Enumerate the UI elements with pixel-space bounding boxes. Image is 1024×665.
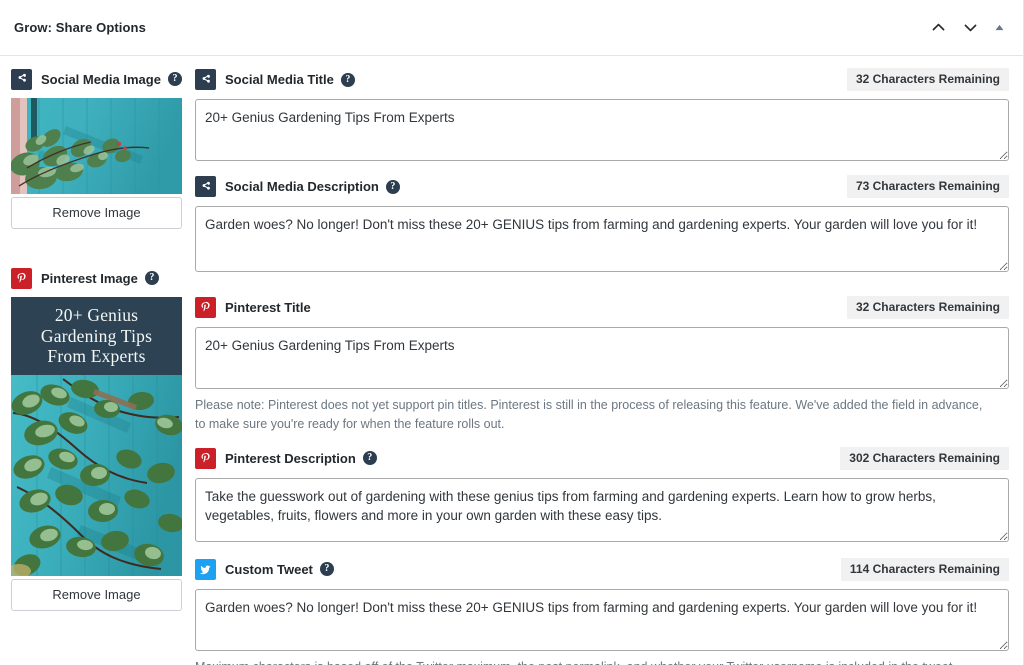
social-media-description-input[interactable]	[195, 206, 1009, 272]
collapse-panel-button[interactable]	[987, 13, 1011, 43]
characters-remaining-badge: 302 Characters Remaining	[840, 446, 1009, 470]
pinterest-description-label: Pinterest Description	[225, 450, 356, 466]
social-media-description-header: Social Media Description ? 73 Characters…	[195, 175, 1009, 198]
pinterest-image-card: 20+ Genius Gardening Tips From Experts R…	[11, 297, 185, 611]
characters-remaining-badge: 114 Characters Remaining	[840, 557, 1009, 581]
custom-tweet-input[interactable]	[195, 588, 1009, 651]
pinterest-title-note: Please note: Pinterest does not yet supp…	[195, 398, 983, 432]
fields-column: Social Media Title ? 32 Characters Remai…	[195, 56, 1023, 665]
remove-social-image-button[interactable]: Remove Image	[11, 197, 182, 229]
custom-tweet-field: Custom Tweet ? 114 Characters Remaining …	[195, 557, 1009, 665]
remove-pinterest-image-button[interactable]: Remove Image	[11, 579, 182, 611]
pinterest-image-thumbnail[interactable]	[11, 375, 182, 576]
pinterest-description-header: Pinterest Description ? 302 Characters R…	[195, 446, 1009, 470]
pinterest-description-field: Pinterest Description ? 302 Characters R…	[195, 446, 1009, 542]
pinterest-image-overlay[interactable]: 20+ Genius Gardening Tips From Experts	[11, 297, 182, 375]
social-media-image-group: Social Media Image ? Remove Image	[11, 68, 185, 229]
pinterest-title-field: Pinterest Title 32 Characters Remaining …	[195, 296, 1009, 435]
help-icon[interactable]: ?	[362, 451, 377, 466]
characters-remaining-badge: 73 Characters Remaining	[846, 175, 1009, 198]
pinterest-image-group: Pinterest Image ? 20+ Genius Gardening T…	[11, 267, 185, 611]
social-media-title-label: Social Media Title	[225, 72, 334, 87]
share-icon[interactable]	[11, 68, 32, 90]
header-actions	[923, 13, 1011, 43]
custom-tweet-note: Maximum characters is based off of the T…	[195, 658, 1009, 665]
characters-remaining-badge: 32 Characters Remaining	[846, 68, 1009, 91]
help-icon[interactable]: ?	[144, 271, 159, 285]
share-icon[interactable]	[195, 69, 216, 90]
triangle-up-icon	[994, 22, 1005, 33]
social-media-image-card: Remove Image	[11, 98, 185, 229]
help-icon[interactable]: ?	[385, 179, 400, 194]
image-column: Social Media Image ? Remove Image Pinter…	[0, 56, 195, 611]
social-media-image-thumbnail[interactable]	[11, 98, 182, 194]
pinterest-title-header: Pinterest Title 32 Characters Remaining	[195, 296, 1009, 319]
page-title: Grow: Share Options	[14, 20, 146, 35]
characters-remaining-badge: 32 Characters Remaining	[846, 296, 1009, 319]
panel-header: Grow: Share Options	[0, 0, 1023, 56]
social-media-description-field: Social Media Description ? 73 Characters…	[195, 175, 1009, 272]
move-up-button[interactable]	[923, 13, 953, 43]
social-media-title-input[interactable]	[195, 99, 1009, 161]
social-media-title-field: Social Media Title ? 32 Characters Remai…	[195, 68, 1009, 161]
pinterest-icon[interactable]	[195, 447, 216, 469]
help-icon[interactable]: ?	[167, 72, 182, 86]
social-media-image-header: Social Media Image ?	[11, 68, 185, 90]
share-icon[interactable]	[195, 176, 216, 197]
help-icon[interactable]: ?	[319, 562, 334, 577]
panel-body: Social Media Image ? Remove Image Pinter…	[0, 56, 1023, 665]
social-media-description-label: Social Media Description	[225, 179, 379, 194]
chevron-up-icon	[930, 19, 947, 36]
pinterest-icon[interactable]	[11, 267, 32, 289]
social-media-title-header: Social Media Title ? 32 Characters Remai…	[195, 68, 1009, 91]
column-spacer	[11, 229, 185, 267]
pinterest-image-label: Pinterest Image	[41, 270, 138, 286]
move-down-button[interactable]	[955, 13, 985, 43]
pinterest-image-header: Pinterest Image ?	[11, 267, 185, 289]
pinterest-icon[interactable]	[195, 297, 216, 318]
pinterest-description-input[interactable]	[195, 477, 1009, 542]
pinterest-title-input[interactable]	[195, 327, 1009, 389]
pinterest-title-label: Pinterest Title	[225, 300, 311, 315]
twitter-icon[interactable]	[195, 558, 216, 580]
pinterest-overlay-text: 20+ Genius Gardening Tips From Experts	[40, 305, 153, 367]
chevron-down-icon	[962, 19, 979, 36]
social-media-image-label: Social Media Image	[41, 71, 161, 87]
share-options-panel: Grow: Share Options Social Media Image ?…	[0, 0, 1024, 665]
help-icon[interactable]: ?	[340, 72, 355, 87]
custom-tweet-label: Custom Tweet	[225, 561, 313, 577]
custom-tweet-header: Custom Tweet ? 114 Characters Remaining	[195, 557, 1009, 581]
